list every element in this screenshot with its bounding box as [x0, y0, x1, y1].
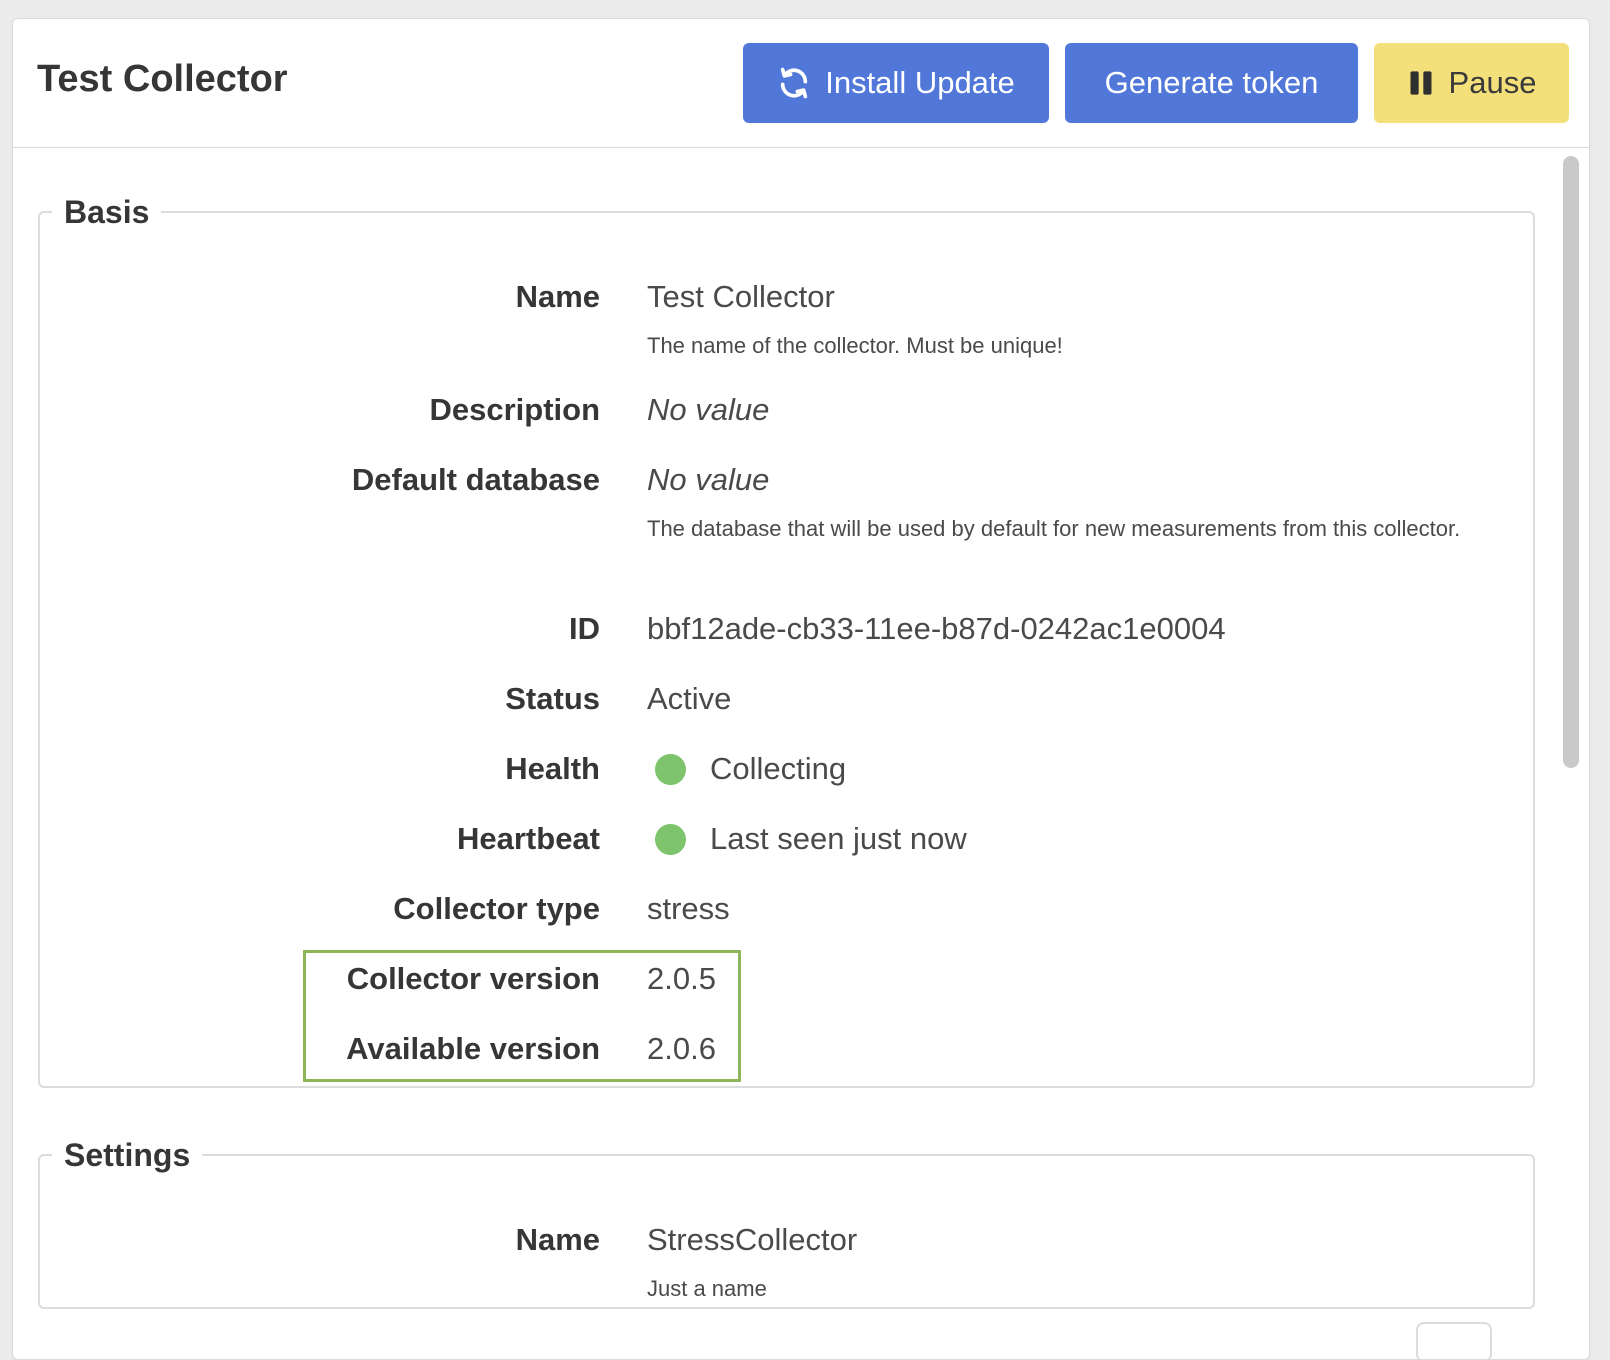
name-value: Test Collector [647, 279, 835, 314]
health-status-dot-icon [655, 754, 686, 785]
health-label: Health [505, 751, 600, 786]
name-help: The name of the collector. Must be uniqu… [647, 333, 1063, 358]
available-version-label: Available version [346, 1031, 600, 1066]
settings-section: Settings Name StressCollector Just a nam… [38, 1139, 1535, 1309]
default-database-value: No value [647, 462, 770, 497]
install-update-label: Install Update [825, 65, 1015, 100]
partial-button[interactable] [1416, 1322, 1492, 1359]
default-database-label: Default database [351, 462, 600, 497]
collector-card: Test Collector Install Update Generate t… [12, 18, 1590, 1360]
health-value: Collecting [710, 751, 847, 786]
heartbeat-label: Heartbeat [457, 821, 600, 856]
default-database-help: The database that will be used by defaul… [647, 516, 1461, 541]
page-title: Test Collector [37, 58, 288, 100]
scrollbar[interactable] [1563, 156, 1579, 1356]
collector-version-label: Collector version [346, 961, 600, 996]
description-value: No value [647, 392, 770, 427]
install-update-button[interactable]: Install Update [743, 43, 1049, 123]
card-header: Test Collector Install Update Generate t… [13, 19, 1589, 148]
status-value: Active [647, 681, 732, 716]
basis-section: Basis Name Test Collector The name of th… [38, 196, 1535, 1088]
pause-button[interactable]: Pause [1374, 43, 1569, 123]
collector-version-value: 2.0.5 [647, 961, 716, 996]
available-version-value: 2.0.6 [647, 1031, 716, 1066]
generate-token-label: Generate token [1104, 65, 1319, 100]
collector-type-value: stress [647, 891, 730, 926]
settings-legend: Settings [64, 1137, 191, 1173]
name-label: Name [515, 279, 600, 314]
basis-legend: Basis [64, 194, 150, 230]
status-label: Status [505, 681, 600, 716]
heartbeat-value: Last seen just now [710, 821, 967, 856]
id-label: ID [569, 611, 600, 646]
generate-token-button[interactable]: Generate token [1065, 43, 1358, 123]
heartbeat-status-dot-icon [655, 824, 686, 855]
collector-type-label: Collector type [393, 891, 600, 926]
pause-icon [1407, 69, 1435, 97]
id-value: bbf12ade-cb33-11ee-b87d-0242ac1e0004 [647, 611, 1226, 646]
sync-icon [777, 66, 811, 100]
description-label: Description [429, 392, 600, 427]
settings-name-value: StressCollector [647, 1222, 858, 1257]
scrollbar-thumb[interactable] [1563, 156, 1579, 768]
settings-name-label: Name [515, 1222, 600, 1257]
card-content: Basis Name Test Collector The name of th… [13, 148, 1589, 1359]
settings-name-help: Just a name [647, 1276, 767, 1301]
pause-label: Pause [1448, 65, 1537, 100]
